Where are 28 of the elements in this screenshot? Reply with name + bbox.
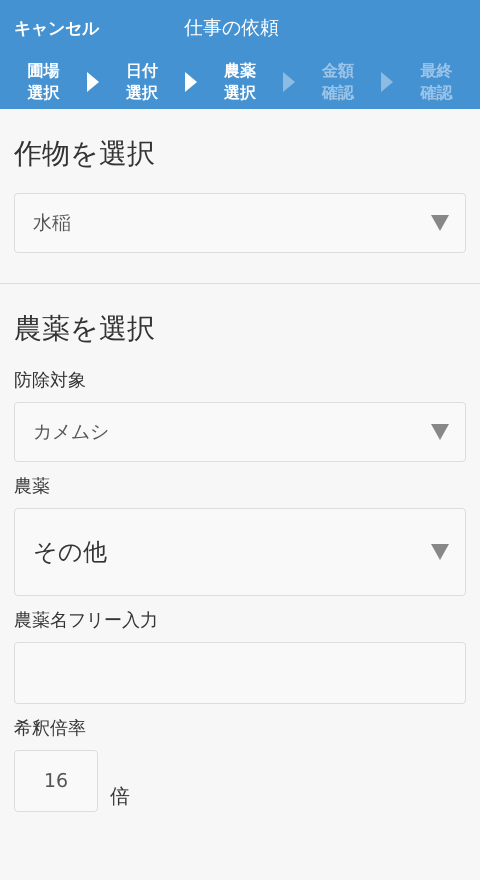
dropdown-value: その他 <box>33 537 107 568</box>
number-field[interactable]: 16 <box>14 750 98 812</box>
dropdown[interactable]: その他 <box>14 508 466 596</box>
input-field[interactable] <box>14 642 466 704</box>
dropdown[interactable]: カメムシ <box>14 402 466 462</box>
step-arrow-icon <box>184 72 197 92</box>
field-label: 防除対象 <box>14 369 87 392</box>
step-label: 金額確認 <box>322 60 354 104</box>
dropdown[interactable]: 水稲 <box>14 193 466 254</box>
step-label: 最終確認 <box>420 60 452 104</box>
caret-icon <box>431 544 449 560</box>
step-arrow-icon <box>283 72 296 92</box>
field-label: 希釈倍率 <box>14 717 87 740</box>
section-heading: 農薬を選択 <box>14 311 156 348</box>
step-label: 日付選択 <box>126 60 158 104</box>
dropdown-value: カメムシ <box>33 420 109 446</box>
caret-icon <box>431 215 449 232</box>
step-label: 農薬選択 <box>224 60 256 104</box>
section-heading: 作物を選択 <box>14 136 156 172</box>
step-arrow-icon <box>381 72 394 92</box>
caret-icon <box>431 424 449 440</box>
screen-title: 仕事の依頼 <box>184 16 279 41</box>
field-label: 農薬名フリー入力 <box>14 609 159 632</box>
step-label: 圃場選択 <box>28 60 60 104</box>
step-arrow-icon <box>86 72 99 92</box>
dropdown-value: 水稲 <box>33 211 71 236</box>
unit-label: 倍 <box>110 783 130 810</box>
field-label: 農薬 <box>14 475 51 498</box>
